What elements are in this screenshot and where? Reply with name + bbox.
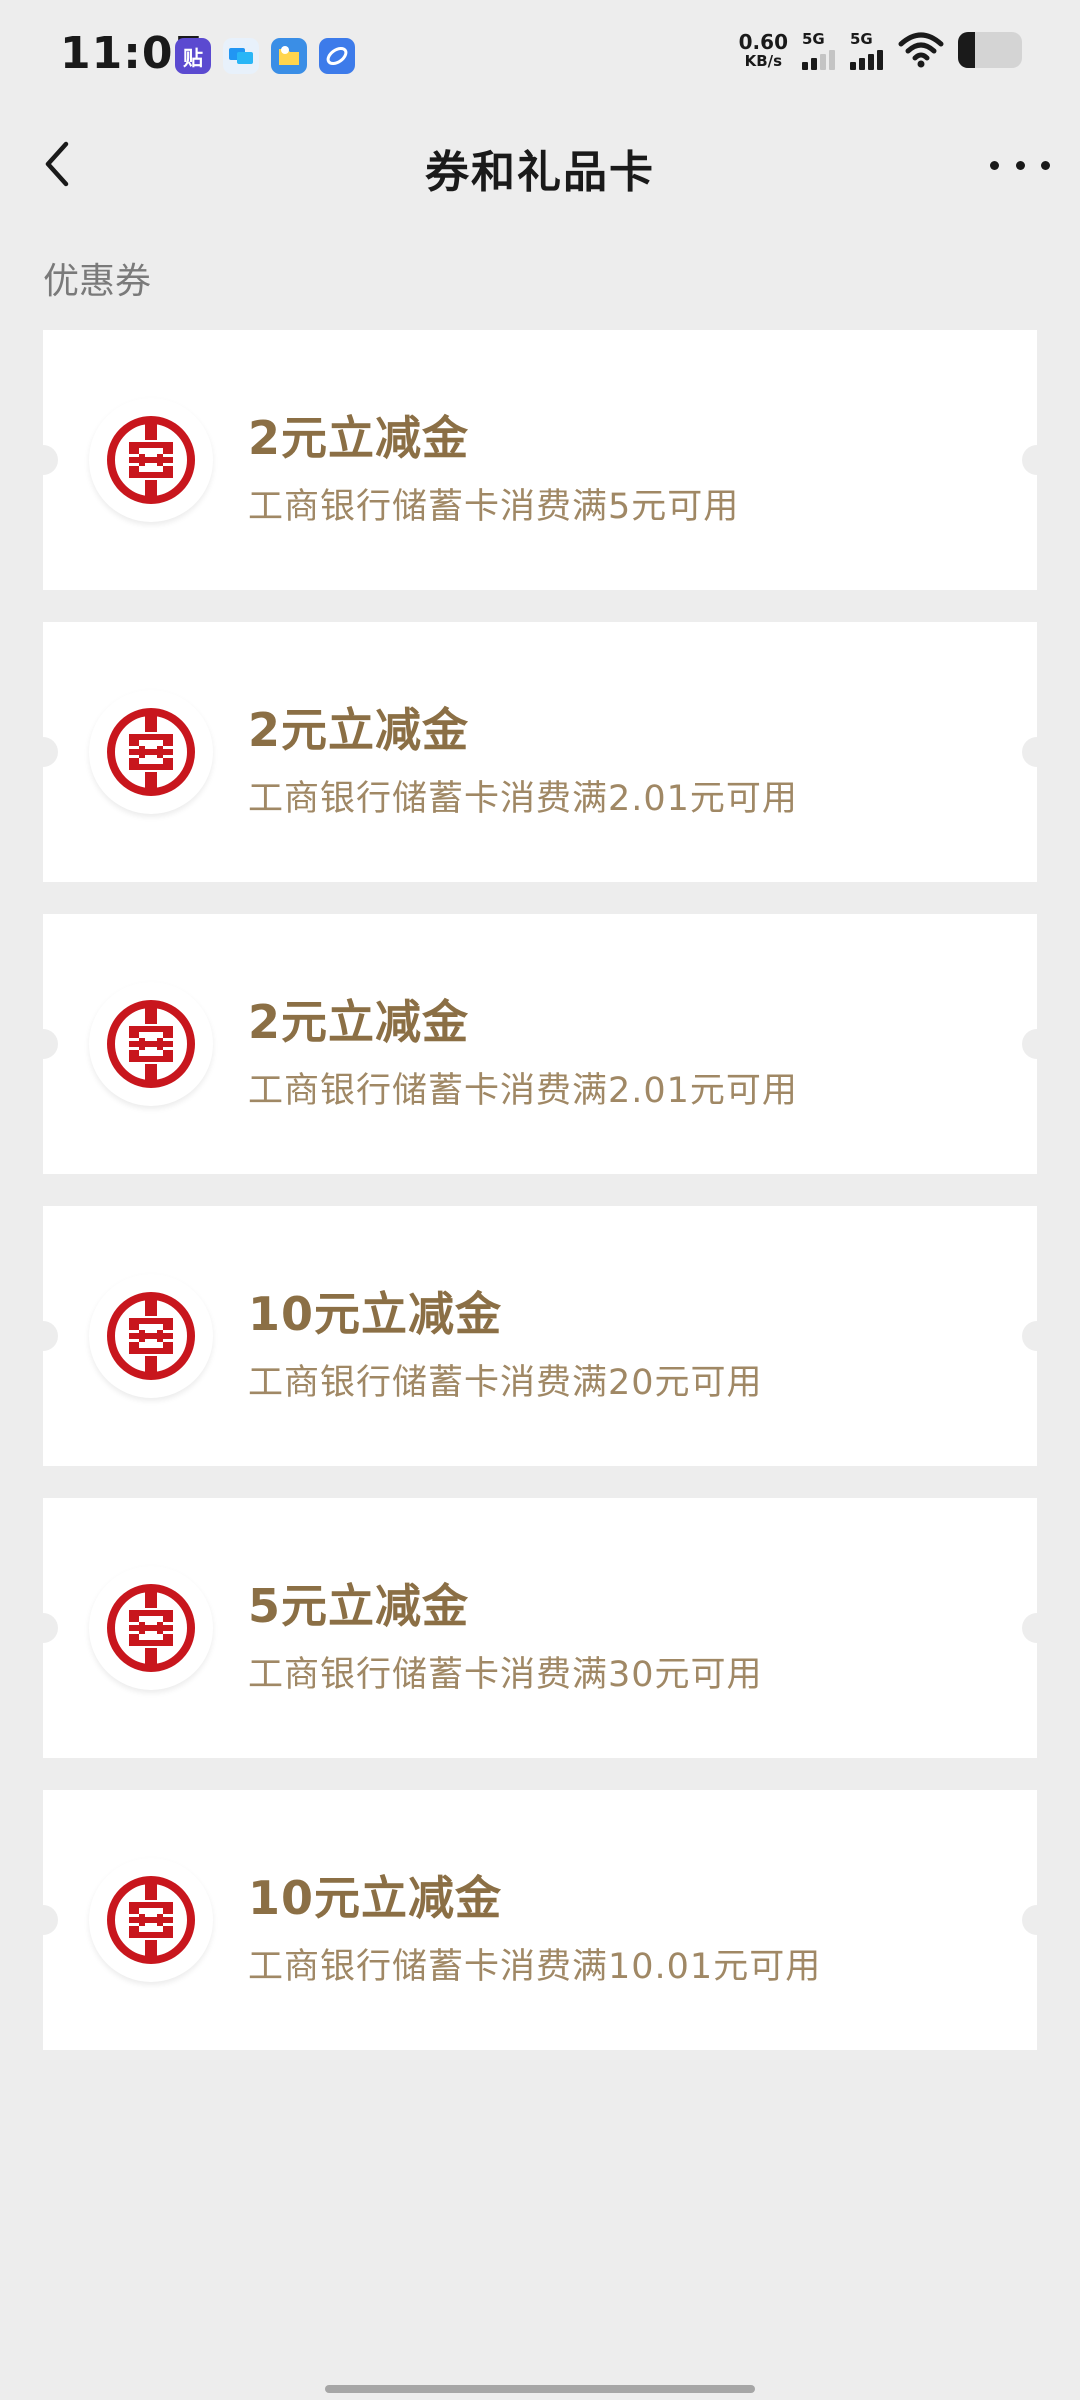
more-dot-icon xyxy=(990,160,999,170)
icbc-logo-icon xyxy=(89,1274,213,1398)
coupon-notch-left xyxy=(28,1613,58,1643)
sim1-signal-icon: 5G xyxy=(802,30,836,70)
icbc-logo-icon xyxy=(89,1566,213,1690)
wifi-icon xyxy=(898,32,944,68)
home-indicator[interactable] xyxy=(325,2385,755,2393)
coupon-title: 10元立减金 xyxy=(248,1287,503,1341)
battery-level xyxy=(958,32,975,68)
coupon-title: 2元立减金 xyxy=(248,411,470,465)
nav-bar: 券和礼品卡 xyxy=(0,110,1080,220)
coupon-card[interactable]: 2元立减金 工商银行储蓄卡消费满2.01元可用 xyxy=(28,622,1052,882)
status-app-icons: 贴 xyxy=(175,38,355,74)
page: 11:05 贴 0.60 KB/s 5G 5G 券和礼品卡 优惠券 2元立减金 … xyxy=(0,0,1080,2400)
more-dot-icon xyxy=(1015,160,1025,170)
coupon-card[interactable]: 5元立减金 工商银行储蓄卡消费满30元可用 xyxy=(28,1498,1052,1758)
icbc-logo-icon xyxy=(89,398,213,522)
coupon-description: 工商银行储蓄卡消费满20元可用 xyxy=(248,1363,763,1403)
sim2-label: 5G xyxy=(850,30,873,48)
icbc-logo-icon xyxy=(89,982,213,1106)
folder-app-icon xyxy=(271,38,307,74)
coupon-title: 2元立减金 xyxy=(248,995,470,1049)
sim2-signal-icon: 5G xyxy=(850,30,884,70)
coupon-notch-left xyxy=(28,445,58,475)
section-label-coupons: 优惠券 xyxy=(43,261,152,302)
coupon-title: 10元立减金 xyxy=(248,1871,503,1925)
coupon-description: 工商银行储蓄卡消费满5元可用 xyxy=(248,487,740,527)
coupon-notch-left xyxy=(28,1029,58,1059)
icbc-logo-icon xyxy=(89,690,213,814)
page-title: 券和礼品卡 xyxy=(425,147,655,198)
coupon-card[interactable]: 10元立减金 工商银行储蓄卡消费满20元可用 xyxy=(28,1206,1052,1466)
coupon-notch-right xyxy=(1022,445,1052,475)
coupon-description: 工商银行储蓄卡消费满30元可用 xyxy=(248,1655,763,1695)
coupon-notch-right xyxy=(1022,1321,1052,1351)
coupon-description: 工商银行储蓄卡消费满10.01元可用 xyxy=(248,1947,822,1987)
network-speed: 0.60 KB/s xyxy=(739,32,788,69)
coupon-card[interactable]: 2元立减金 工商银行储蓄卡消费满5元可用 xyxy=(28,330,1052,590)
coupon-description: 工商银行储蓄卡消费满2.01元可用 xyxy=(248,779,798,819)
coupon-notch-right xyxy=(1022,1029,1052,1059)
messenger-icon xyxy=(223,38,259,74)
sim1-label: 5G xyxy=(802,30,825,48)
coupon-card[interactable]: 10元立减金 工商银行储蓄卡消费满10.01元可用 xyxy=(28,1790,1052,2050)
status-indicators: 0.60 KB/s 5G 5G xyxy=(739,30,1022,70)
coupon-notch-left xyxy=(28,1321,58,1351)
coupon-list: 2元立减金 工商银行储蓄卡消费满5元可用 2元立减金 工商银行储蓄卡消费满2.0… xyxy=(28,330,1052,2082)
battery-icon xyxy=(958,32,1022,68)
coupon-card[interactable]: 2元立减金 工商银行储蓄卡消费满2.01元可用 xyxy=(28,914,1052,1174)
tieba-icon: 贴 xyxy=(175,38,211,74)
more-dot-icon xyxy=(1041,160,1050,170)
coupon-title: 2元立减金 xyxy=(248,703,470,757)
network-speed-unit: KB/s xyxy=(744,51,783,70)
coupon-notch-right xyxy=(1022,1905,1052,1935)
coupon-notch-left xyxy=(28,1905,58,1935)
more-options-button[interactable] xyxy=(990,140,1050,190)
coupon-notch-left xyxy=(28,737,58,767)
coupon-notch-right xyxy=(1022,1613,1052,1643)
coupon-title: 5元立减金 xyxy=(248,1579,470,1633)
network-speed-value: 0.60 xyxy=(738,29,788,54)
coupon-description: 工商银行储蓄卡消费满2.01元可用 xyxy=(248,1071,798,1111)
coupon-notch-right xyxy=(1022,737,1052,767)
icbc-logo-icon xyxy=(89,1858,213,1982)
status-bar: 11:05 贴 0.60 KB/s 5G 5G xyxy=(0,0,1080,110)
browser-icon xyxy=(319,38,355,74)
